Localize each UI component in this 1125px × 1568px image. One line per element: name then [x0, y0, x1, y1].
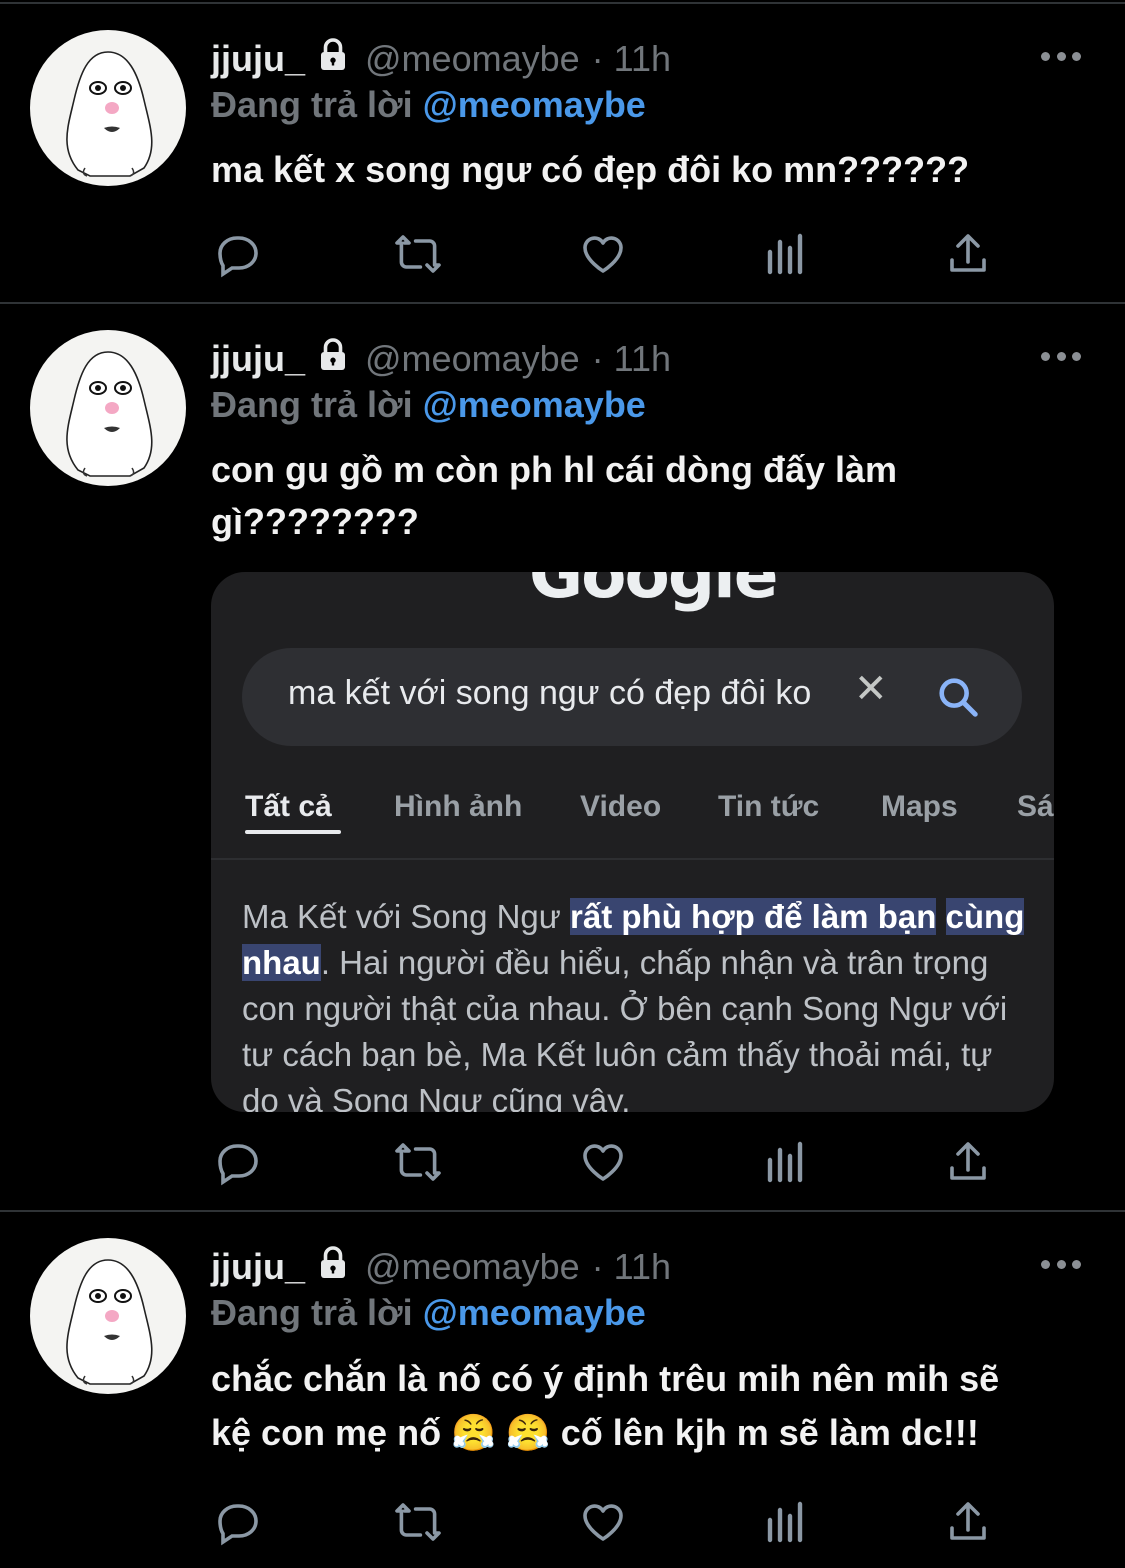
google-tab: Sá [1017, 790, 1054, 823]
reply-icon[interactable] [214, 230, 262, 278]
analytics-icon[interactable] [762, 1498, 810, 1546]
tweet-header: jjuju_ @meomaybe · 11h [211, 334, 671, 384]
reply-mention[interactable]: @meomaybe [423, 84, 646, 125]
reply-context: Đang trả lời @meomaybe [211, 384, 646, 426]
avatar-image [66, 51, 153, 177]
close-icon: ✕ [854, 667, 888, 711]
share-icon[interactable] [944, 1498, 992, 1546]
reply-mention[interactable]: @meomaybe [423, 1292, 646, 1333]
tweet-text: chắc chắn là nố có ý định trêu mih nên m… [211, 1352, 1061, 1460]
tweet-text-line: chắc chắn là nố có ý định trêu mih nên m… [211, 1358, 1000, 1399]
search-icon [935, 674, 981, 725]
handle[interactable]: @meomaybe [365, 338, 580, 380]
google-tab: Maps [881, 790, 958, 823]
avatar[interactable] [30, 30, 186, 186]
retweet-icon[interactable] [394, 1498, 442, 1546]
heart-icon[interactable] [579, 230, 627, 278]
google-snippet: Ma Kết với Song Ngư rất phù hợp để làm b… [242, 894, 1032, 1112]
more-icon[interactable] [1041, 350, 1081, 362]
tweet-text-line: gì???????? [211, 501, 419, 542]
reply-context: Đang trả lời @meomaybe [211, 1292, 646, 1334]
tweet-header: jjuju_ @meomaybe · 11h [211, 34, 671, 84]
google-tab: Hình ảnh [394, 790, 523, 823]
snippet-highlight: rất phù hợp để làm bạn [570, 898, 937, 935]
reply-icon[interactable] [214, 1138, 262, 1186]
tweet-actions [214, 1138, 994, 1186]
avatar-image [66, 1259, 153, 1385]
avatar[interactable] [30, 330, 186, 486]
display-name[interactable]: jjuju_ [211, 1246, 305, 1288]
google-tab: Tất cả [245, 790, 332, 823]
analytics-icon[interactable] [762, 230, 810, 278]
snippet-text: Ma Kết với Song Ngư [242, 898, 571, 935]
reply-prefix: Đang trả lời [211, 1292, 413, 1333]
google-tab: Video [580, 790, 662, 823]
more-icon[interactable] [1041, 1258, 1081, 1270]
google-tab: Tin tức [718, 790, 820, 823]
display-name[interactable]: jjuju_ [211, 338, 305, 380]
timestamp[interactable]: · 11h [592, 38, 671, 80]
tweet-text: ma kết x song ngư có đẹp đôi ko mn?????? [211, 149, 970, 190]
analytics-icon[interactable] [762, 1138, 810, 1186]
retweet-icon[interactable] [394, 1138, 442, 1186]
google-search-bar: ma kết với song ngư có đẹp đôi ko ✕ [242, 648, 1022, 746]
snippet-text: . Hai người đều hiểu, chấp nhận và trân … [242, 944, 1008, 1112]
heart-icon[interactable] [579, 1498, 627, 1546]
avatar[interactable] [30, 1238, 186, 1394]
google-tabs: Tất cả Hình ảnh Video Tin tức Maps Sá [211, 790, 1054, 858]
lock-icon [315, 37, 351, 82]
tweet-3[interactable]: jjuju_ @meomaybe · 11h Đang trả lời @meo… [0, 1212, 1125, 1568]
handle[interactable]: @meomaybe [365, 1246, 580, 1288]
tweet-actions [214, 1498, 994, 1546]
tweet-text-line: kệ con mẹ nố 😤 😤 cố lên kjh m sẽ làm dc!… [211, 1412, 979, 1453]
more-icon[interactable] [1041, 50, 1081, 62]
timestamp[interactable]: · 11h [592, 1246, 671, 1288]
google-logo: Google [529, 572, 778, 613]
reply-icon[interactable] [214, 1498, 262, 1546]
lock-icon [315, 337, 351, 382]
tweet-text: con gu gồ m còn ph hl cái dòng đấy làm g… [211, 444, 1061, 548]
tweet-text-line: con gu gồ m còn ph hl cái dòng đấy làm [211, 449, 898, 490]
tweet-actions [214, 230, 994, 278]
tweet-header: jjuju_ @meomaybe · 11h [211, 1242, 671, 1292]
reply-prefix: Đang trả lời [211, 384, 413, 425]
reply-context: Đang trả lời @meomaybe [211, 84, 646, 126]
retweet-icon[interactable] [394, 230, 442, 278]
avatar-image [66, 351, 153, 477]
reply-prefix: Đang trả lời [211, 84, 413, 125]
google-search-query: ma kết với song ngư có đẹp đôi ko [288, 674, 812, 712]
share-icon[interactable] [944, 1138, 992, 1186]
handle[interactable]: @meomaybe [365, 38, 580, 80]
timestamp[interactable]: · 11h [592, 338, 671, 380]
display-name[interactable]: jjuju_ [211, 38, 305, 80]
heart-icon[interactable] [579, 1138, 627, 1186]
lock-icon [315, 1245, 351, 1290]
attached-image[interactable]: Google ma kết với song ngư có đẹp đôi ko… [211, 572, 1054, 1112]
reply-mention[interactable]: @meomaybe [423, 384, 646, 425]
active-tab-indicator [245, 830, 341, 834]
google-divider [211, 858, 1054, 860]
tweet-1[interactable]: jjuju_ @meomaybe · 11h Đang trả lời @meo… [0, 0, 1125, 302]
share-icon[interactable] [944, 230, 992, 278]
